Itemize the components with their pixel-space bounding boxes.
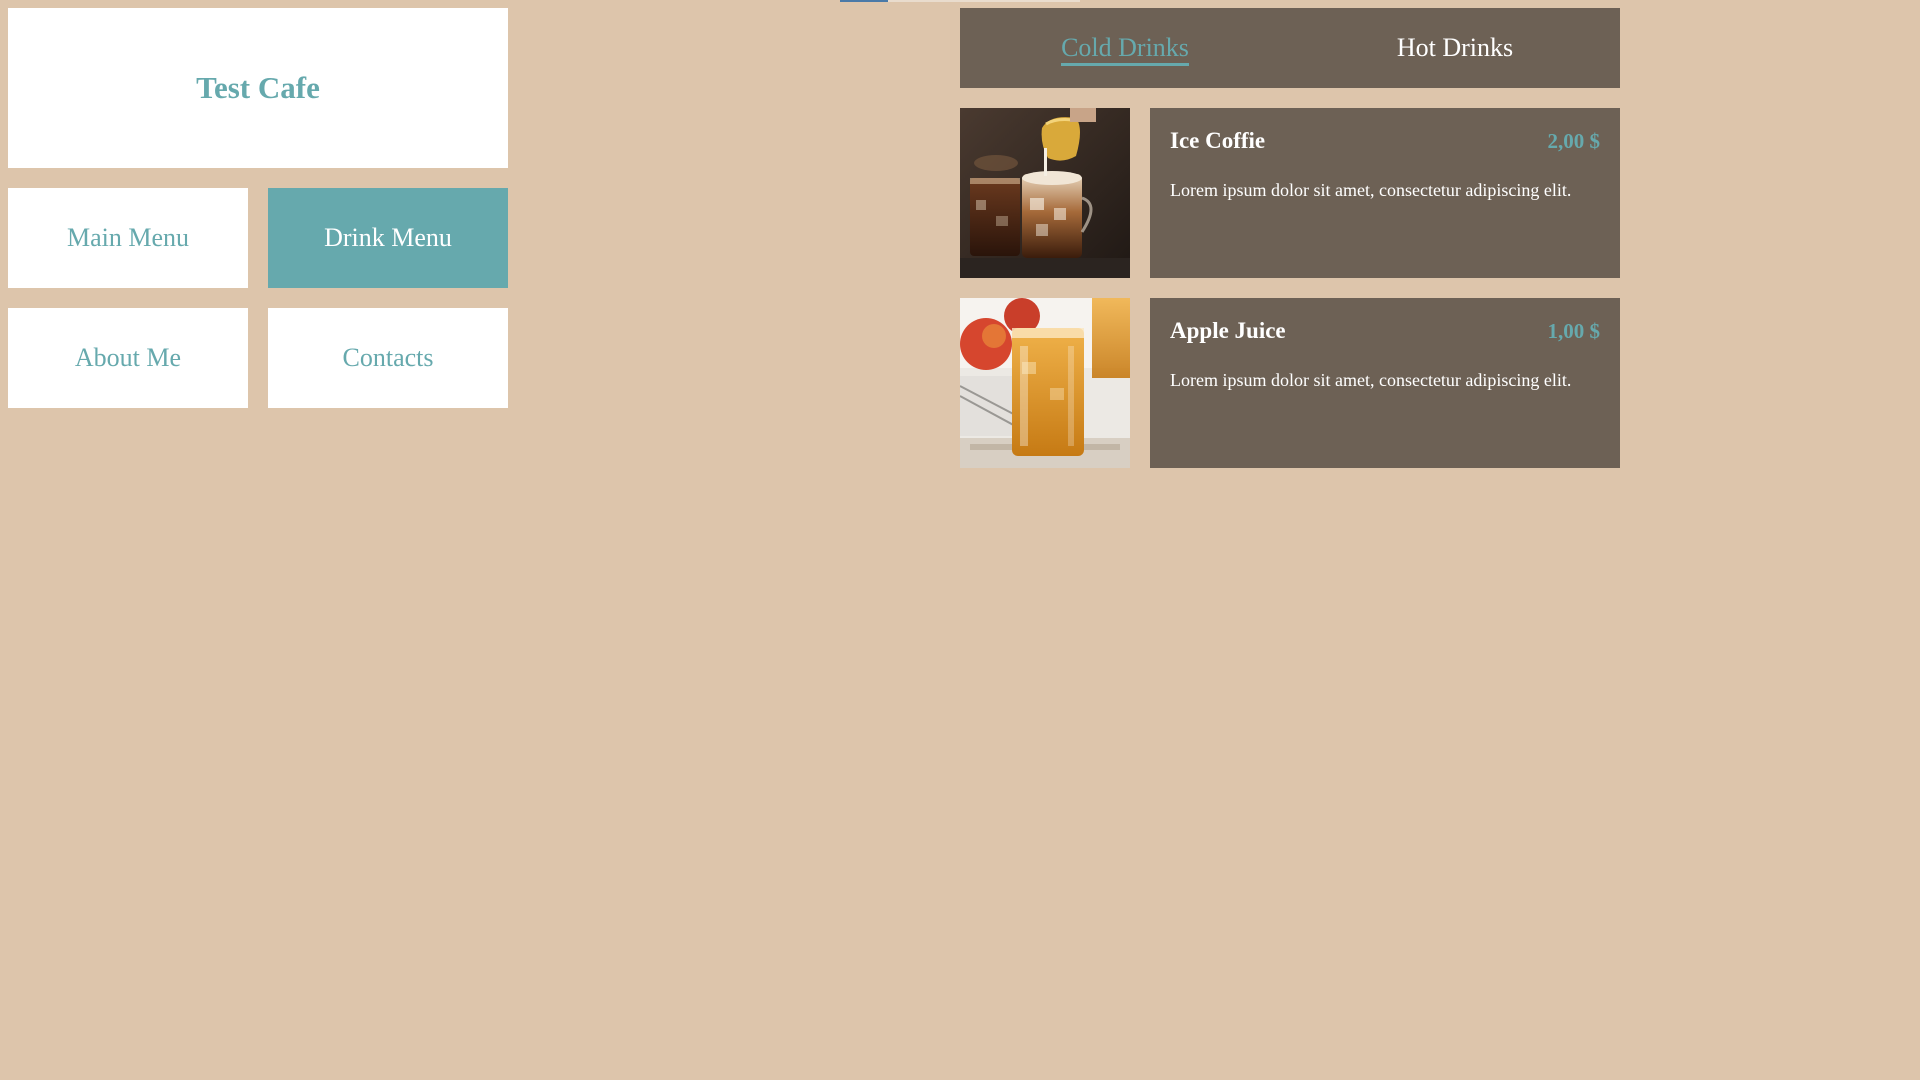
apple-juice-photo-icon: [960, 298, 1130, 468]
tab-cold-drinks-label: Cold Drinks: [1061, 33, 1189, 66]
drink-price: 1,00 $: [1547, 319, 1601, 343]
drink-name: Ice Coffie: [1170, 128, 1266, 153]
nav-contacts-label: Contacts: [342, 343, 434, 372]
nav-drink-menu-label: Drink Menu: [324, 223, 452, 252]
nav-about-me-label: About Me: [74, 343, 182, 372]
top-progress-track: [888, 0, 1080, 2]
tab-hot-drinks-label: Hot Drinks: [1396, 33, 1514, 62]
drink-price: 2,00 $: [1547, 129, 1601, 153]
tab-cold-drinks[interactable]: Cold Drinks: [960, 33, 1290, 66]
drink-card-header: Apple Juice 1,00 $: [1170, 318, 1600, 344]
drink-description: Lorem ipsum dolor sit amet, consectetur …: [1170, 370, 1572, 390]
top-progress-indicator: [840, 0, 888, 2]
brand-logo-box[interactable]: Test Cafe: [8, 8, 508, 168]
nav-about-me-button[interactable]: About Me: [8, 308, 248, 408]
nav-main-menu-button[interactable]: Main Menu: [8, 188, 248, 288]
drink-description: Lorem ipsum dolor sit amet, consectetur …: [1170, 180, 1572, 200]
drink-card-header: Ice Coffie 2,00 $: [1170, 128, 1600, 154]
drink-category-tabs: Cold Drinks Hot Drinks: [960, 8, 1620, 88]
ice-coffee-photo-icon: [960, 108, 1130, 278]
drink-card-ice-coffie[interactable]: Ice Coffie 2,00 $ Lorem ipsum dolor sit …: [1150, 108, 1620, 278]
brand-title: Test Cafe: [196, 70, 320, 105]
nav-main-menu-label: Main Menu: [66, 223, 190, 252]
tab-hot-drinks[interactable]: Hot Drinks: [1290, 33, 1620, 63]
nav-drink-menu-button[interactable]: Drink Menu: [268, 188, 508, 288]
drink-name: Apple Juice: [1170, 318, 1286, 343]
drink-card-apple-juice[interactable]: Apple Juice 1,00 $ Lorem ipsum dolor sit…: [1150, 298, 1620, 468]
nav-contacts-button[interactable]: Contacts: [268, 308, 508, 408]
